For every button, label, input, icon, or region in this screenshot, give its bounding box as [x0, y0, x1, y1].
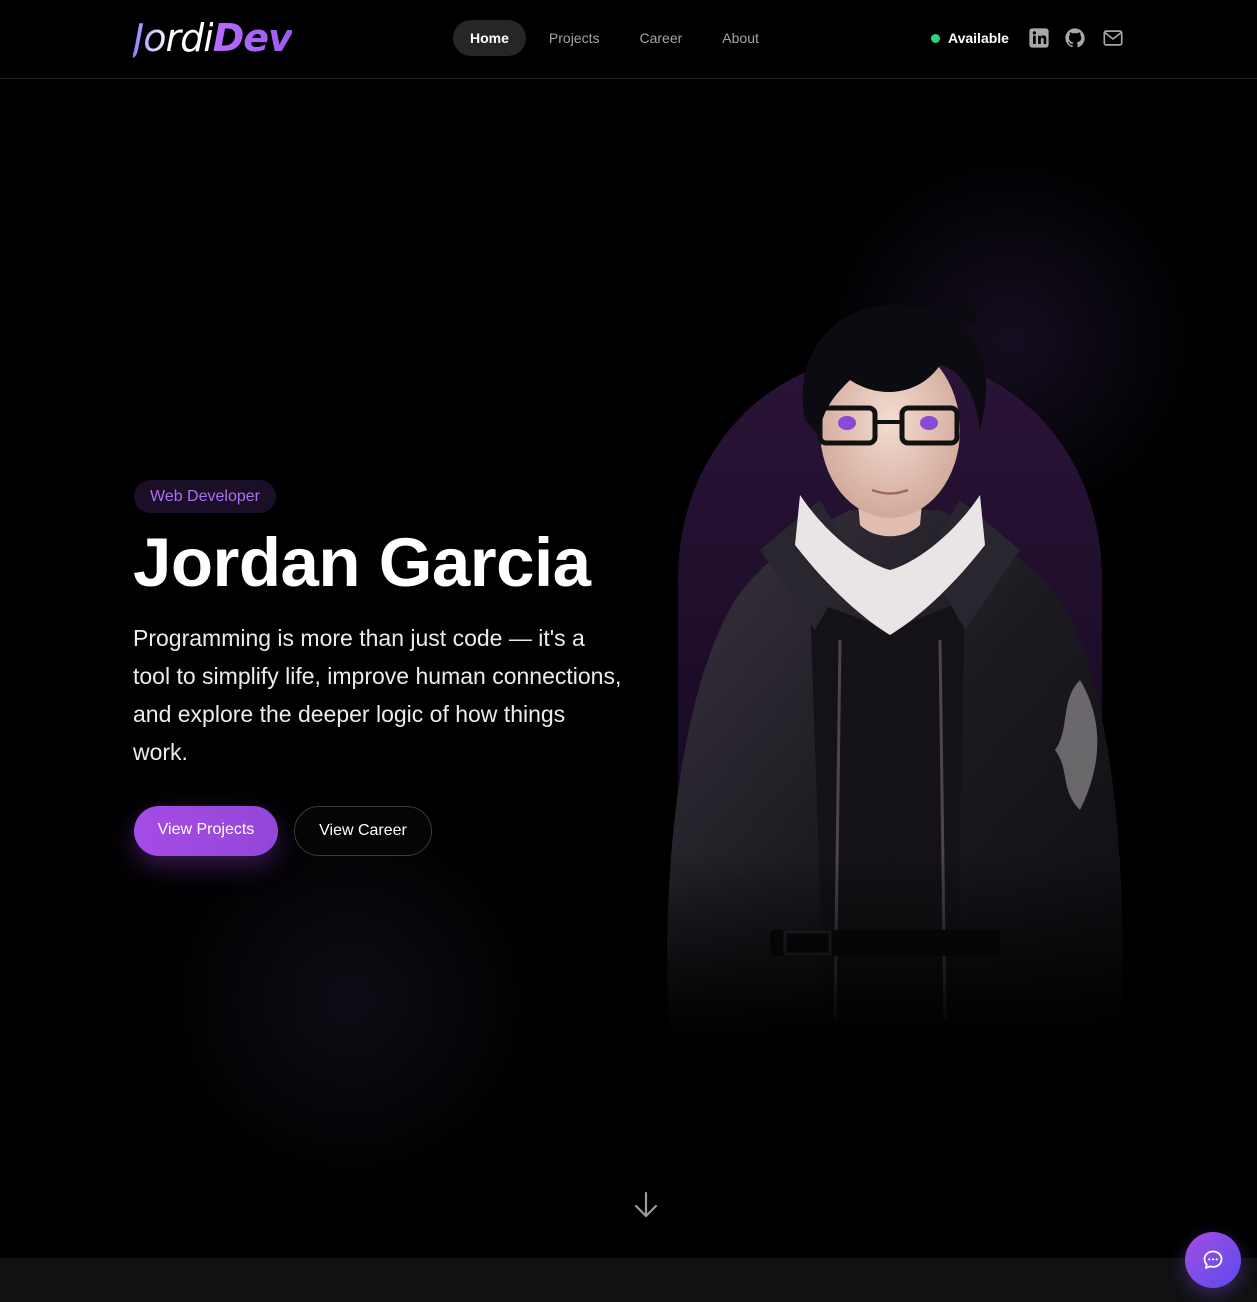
arrow-down-icon[interactable]: [633, 1190, 659, 1220]
next-section-strip: [0, 1258, 1257, 1302]
view-career-button[interactable]: View Career: [294, 806, 432, 856]
main-nav: Home Projects Career About: [453, 20, 782, 56]
site-header: JordiDev Home Projects Career About Avai…: [0, 0, 1257, 79]
page: JordiDev Home Projects Career About Avai…: [0, 0, 1257, 1302]
github-icon[interactable]: [1064, 27, 1086, 49]
logo-text-part2: Dev: [212, 16, 293, 60]
logo-text-part1: Jordi: [133, 16, 214, 60]
linkedin-icon[interactable]: [1028, 27, 1050, 49]
availability-status: Available: [931, 28, 1009, 48]
nav-item-home[interactable]: Home: [453, 20, 526, 56]
nav-item-projects[interactable]: Projects: [532, 20, 617, 56]
nav-item-about[interactable]: About: [705, 20, 776, 56]
hero-name: Jordan Garcia: [133, 524, 591, 601]
chat-button[interactable]: [1185, 1232, 1241, 1288]
role-badge: Web Developer: [134, 480, 276, 513]
logo[interactable]: JordiDev: [133, 14, 293, 62]
status-label: Available: [948, 30, 1009, 46]
nav-item-career[interactable]: Career: [622, 20, 699, 56]
portrait-illustration: [640, 300, 1140, 1040]
background-glow: [150, 820, 550, 1180]
view-projects-button[interactable]: View Projects: [134, 806, 278, 856]
hero-tagline: Programming is more than just code — it'…: [133, 625, 622, 765]
status-dot-icon: [931, 33, 940, 43]
chat-bubble-icon: [1203, 1250, 1223, 1269]
mail-icon[interactable]: [1102, 27, 1124, 49]
